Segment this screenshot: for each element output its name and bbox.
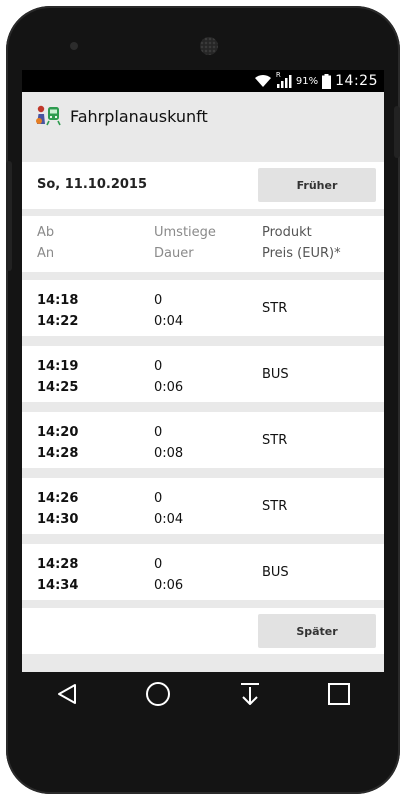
power-button [394,106,400,158]
screen: R 91% 14:25 Fahrplanauskunft So, 11.10.2… [22,70,384,672]
download-icon[interactable] [239,682,261,706]
duration: 0:04 [154,512,184,527]
header-duration: Dauer [154,246,194,261]
arrive-time: 14:22 [37,314,79,329]
duration: 0:06 [154,578,184,593]
status-clock: 14:25 [335,73,378,89]
header-product-price: Produkt Preis (EUR)* [262,222,341,264]
depart-time: 14:19 [37,359,79,374]
connection-row[interactable]: 14:20 14:28 0 0:08 STR [22,412,384,468]
product: STR [262,301,288,316]
connection-row[interactable]: 14:28 14:34 0 0:06 BUS [22,544,384,600]
arrive-time: 14:30 [37,512,79,527]
product: BUS [262,565,289,580]
column-header: Ab An Umstiege Dauer Produkt Preis (EUR)… [22,216,384,272]
header-depart-arrive: Ab An [37,222,54,264]
navigation-bar [22,672,384,716]
header-arrive: An [37,246,55,261]
recents-icon[interactable] [328,683,351,705]
back-icon[interactable] [56,683,78,705]
later-button[interactable]: Später [258,614,376,648]
transfers-count: 0 [154,425,163,440]
battery-icon [322,73,332,89]
app-title: Fahrplanauskunft [70,106,208,126]
later-bar: Später [22,608,384,654]
connection-row[interactable]: 14:18 14:22 0 0:04 STR [22,280,384,336]
earlier-button[interactable]: Früher [258,168,376,202]
product: STR [262,433,288,448]
train-app-icon [34,103,64,129]
header-product: Produkt [262,225,312,240]
arrive-time: 14:34 [37,578,79,593]
connection-row[interactable]: 14:19 14:25 0 0:06 BUS [22,346,384,402]
duration: 0:08 [154,446,184,461]
header-depart: Ab [37,225,55,240]
header-transfers: Umstiege [154,225,216,240]
date-bar: So, 11.10.2015 Früher [22,162,384,209]
wifi-icon [254,74,272,88]
arrive-time: 14:25 [37,380,79,395]
front-camera [70,42,78,50]
product: STR [262,499,288,514]
depart-time: 14:18 [37,293,79,308]
header-price: Preis (EUR)* [262,246,341,261]
date-label: So, 11.10.2015 [37,177,147,192]
header-transfers-duration: Umstiege Dauer [154,222,216,264]
volume-button [6,161,12,271]
duration: 0:04 [154,314,184,329]
transfers-count: 0 [154,293,163,308]
battery-percent: 91% [295,75,319,87]
depart-time: 14:28 [37,557,79,572]
duration: 0:06 [154,380,184,395]
depart-time: 14:26 [37,491,79,506]
product: BUS [262,367,289,382]
status-bar: R 91% 14:25 [22,70,384,92]
transfers-count: 0 [154,491,163,506]
transfers-count: 0 [154,359,163,374]
home-icon[interactable] [145,681,171,707]
roaming-badge: R [275,71,281,79]
transfers-count: 0 [154,557,163,572]
depart-time: 14:20 [37,425,79,440]
arrive-time: 14:28 [37,446,79,461]
connection-row[interactable]: 14:26 14:30 0 0:04 STR [22,478,384,534]
app-bar: Fahrplanauskunft [22,92,384,140]
earpiece-speaker [200,37,218,55]
signal-icon: R [275,71,292,88]
